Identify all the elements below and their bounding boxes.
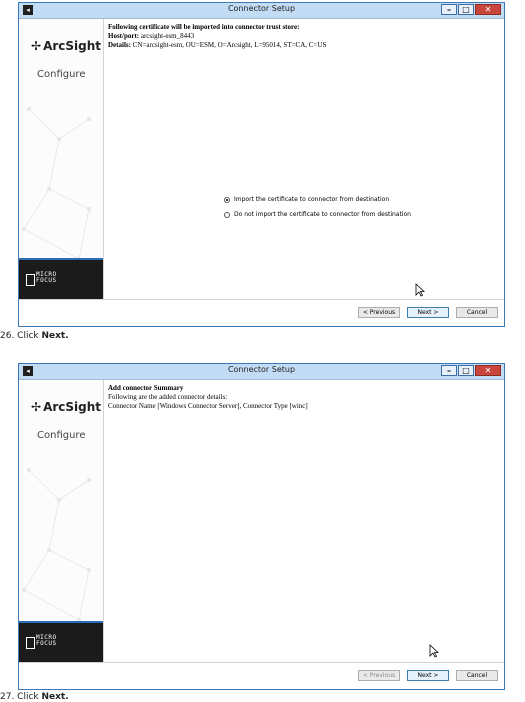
step-26-instruction: 26. Click Next. <box>0 331 69 341</box>
cert-heading: Following certificate will be imported i… <box>108 23 300 31</box>
summary-line-1: Following are the added connector detail… <box>108 393 228 401</box>
step-27-instruction: 27. Click Next. <box>0 692 69 702</box>
mouse-cursor-icon <box>429 644 439 658</box>
details-line: Details: CN=arcsight-esm, OU=ESM, O=Arcs… <box>108 41 327 49</box>
micro-focus-logo: MICRO FOCUS <box>19 621 103 663</box>
sidebar: ✢ ArcSight Configure MICRO FOCUS <box>19 19 104 300</box>
title-bar: ◂ Connector Setup – □ ✕ <box>19 364 504 380</box>
summary-heading: Add connector Summary <box>108 384 184 392</box>
connector-setup-window-1: ◂ Connector Setup – □ ✕ ✢ ArcSight Config… <box>18 2 505 327</box>
radio-selected-icon[interactable] <box>224 196 230 203</box>
sidebar: ✢ ArcSight Configure MICRO FOCUS <box>19 380 104 663</box>
sidebar-section-label: Configure <box>37 69 86 80</box>
micro-focus-text: MICRO FOCUS <box>36 634 57 647</box>
micro-focus-box-icon <box>26 274 35 286</box>
button-bar: < Previous Next > Cancel <box>19 299 504 326</box>
cancel-button[interactable]: Cancel <box>456 307 498 318</box>
mouse-cursor-icon <box>415 283 425 297</box>
content-panel: Add connector Summary Following are the … <box>108 384 498 411</box>
next-button[interactable]: Next > <box>407 307 449 318</box>
previous-button[interactable]: < Previous <box>358 307 400 318</box>
radio-unselected-icon[interactable] <box>224 211 230 218</box>
sidebar-section-label: Configure <box>37 430 86 441</box>
window-title: Connector Setup <box>227 365 296 374</box>
previous-button[interactable]: < Previous <box>358 670 400 681</box>
maximize-icon[interactable]: □ <box>458 365 474 376</box>
radio-no-import[interactable]: Do not import the certificate to connect… <box>224 211 411 218</box>
arcsight-logo: ✢ ArcSight <box>31 39 102 53</box>
arcsight-star-icon: ✢ <box>31 400 42 414</box>
maximize-icon[interactable]: □ <box>458 4 474 15</box>
minimize-icon[interactable]: – <box>441 4 457 15</box>
button-bar: < Previous Next > Cancel <box>19 662 504 689</box>
micro-focus-text: MICRO FOCUS <box>36 271 57 284</box>
close-icon[interactable]: ✕ <box>475 4 501 15</box>
network-graphic-icon <box>22 107 91 261</box>
network-graphic-icon <box>22 468 91 622</box>
connector-setup-window-2: ◂ Connector Setup – □ ✕ ✢ ArcSight Config… <box>18 363 505 690</box>
radio-import[interactable]: Import the certificate to connector from… <box>224 196 389 203</box>
host-line: Host/port: arcsight-esm_8443 <box>108 32 195 40</box>
window-title: Connector Setup <box>227 4 296 13</box>
content-panel: Following certificate will be imported i… <box>108 23 498 50</box>
minimize-icon[interactable]: – <box>441 365 457 376</box>
micro-focus-box-icon <box>26 637 35 649</box>
micro-focus-logo: MICRO FOCUS <box>19 258 103 300</box>
arcsight-star-icon: ✢ <box>31 39 42 53</box>
cancel-button[interactable]: Cancel <box>456 670 498 681</box>
arcsight-logo: ✢ ArcSight <box>31 400 102 414</box>
next-button[interactable]: Next > <box>407 670 449 681</box>
close-icon[interactable]: ✕ <box>475 365 501 376</box>
summary-line-2: Connector Name [Windows Connector Server… <box>108 402 308 410</box>
title-bar: ◂ Connector Setup – □ ✕ <box>19 3 504 19</box>
